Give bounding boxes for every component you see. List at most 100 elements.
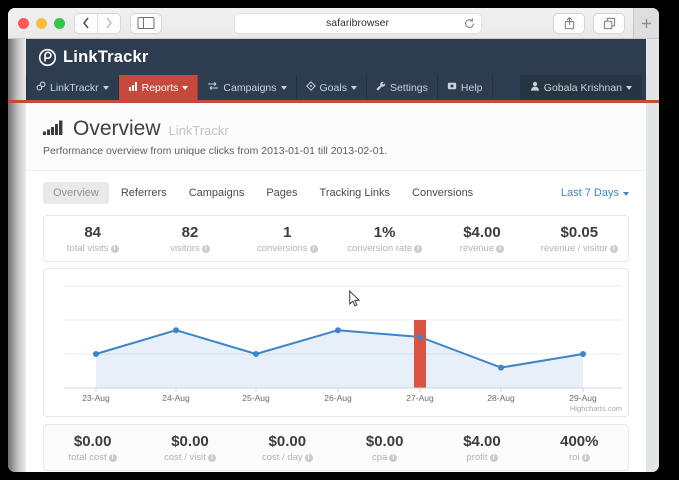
forward-button[interactable] — [97, 14, 120, 33]
tab-campaigns[interactable]: Campaigns — [179, 182, 255, 204]
stat-profit: $4.00profiti — [433, 425, 530, 470]
stat-roi: 400%roii — [531, 425, 628, 470]
tab-referrers[interactable]: Referrers — [111, 182, 177, 204]
zoom-window-button[interactable] — [54, 18, 65, 29]
toolbar-right-buttons — [553, 13, 625, 34]
logo-text: LinkTrackr — [63, 48, 148, 67]
nav-item-settings[interactable]: Settings — [367, 75, 438, 100]
traffic-lights — [18, 18, 65, 29]
plus-icon — [641, 18, 652, 29]
reload-icon — [463, 17, 476, 30]
tab-pages[interactable]: Pages — [256, 182, 307, 204]
linktrackr-logo-icon — [38, 48, 57, 67]
nav-item-label: Goals — [320, 82, 347, 94]
info-icon[interactable]: i — [208, 454, 216, 462]
svg-text:24-Aug: 24-Aug — [162, 393, 190, 403]
sidebar-button[interactable] — [130, 13, 162, 34]
show-tabs-button[interactable] — [593, 13, 625, 34]
back-chevron-icon — [82, 17, 90, 29]
svg-text:29-Aug: 29-Aug — [569, 393, 597, 403]
stat-value: $4.00 — [433, 224, 530, 241]
linktrackr-app: LinkTrackr LinkTrackr Reports Campaigns Goa… — [26, 39, 646, 472]
share-icon — [562, 16, 577, 31]
stat-value: $4.00 — [433, 433, 530, 450]
stat-label: revenuei — [433, 243, 530, 254]
svg-text:28-Aug: 28-Aug — [487, 393, 515, 403]
page-left-gutter — [8, 39, 26, 472]
nav-item-linktrackr[interactable]: LinkTrackr — [26, 75, 119, 100]
nav-item-label: Reports — [142, 82, 179, 94]
user-icon — [530, 81, 540, 94]
stat-cost-visit: $0.00cost / visiti — [141, 425, 238, 470]
chevron-down-icon — [103, 86, 109, 90]
nav-item-label: Campaigns — [223, 82, 276, 94]
nav-item-goals[interactable]: Goals — [297, 75, 367, 100]
stat-conversions: 1 conversionsi — [239, 216, 336, 261]
app-header: LinkTrackr — [26, 39, 646, 75]
page-heading: Overview LinkTrackr Performance overview… — [26, 100, 646, 171]
tabs-list: OverviewReferrersCampaignsPagesTracking … — [43, 182, 483, 204]
info-icon[interactable]: i — [389, 454, 397, 462]
chevron-down-icon — [626, 86, 632, 90]
stat-value: 1 — [239, 224, 336, 241]
nav-item-campaigns[interactable]: Campaigns — [198, 75, 296, 100]
info-icon[interactable]: i — [109, 454, 117, 462]
stat-value: 84 — [44, 224, 141, 241]
history-nav-group — [74, 13, 121, 34]
link-icon — [36, 81, 46, 94]
address-bar[interactable]: safaribrowser — [234, 13, 482, 34]
nav-item-help[interactable]: Help — [438, 75, 493, 100]
bar-chart-icon — [43, 119, 65, 135]
help-icon — [447, 81, 457, 94]
share-button[interactable] — [553, 13, 585, 34]
date-range-dropdown[interactable]: Last 7 Days — [561, 187, 629, 199]
visits-chart-panel: 23-Aug 24-Aug 25-Aug 26-Aug 27-Aug 28-Aug 29-A… — [43, 268, 629, 417]
stat-revenue-visitor: $0.05revenue / visitori — [531, 216, 628, 261]
stats-row-bottom: $0.00total costi$0.00cost / visiti$0.00c… — [43, 424, 629, 471]
close-window-button[interactable] — [18, 18, 29, 29]
goals-diamond-icon — [306, 81, 316, 94]
info-icon[interactable]: i — [414, 245, 422, 253]
stat-value: $0.00 — [239, 433, 336, 450]
nav-accent-stripe — [8, 100, 659, 103]
safari-window: safaribrowser Lin — [8, 8, 659, 472]
info-icon[interactable]: i — [310, 245, 318, 253]
page-title-suffix: LinkTrackr — [169, 123, 229, 138]
stat-value: $0.00 — [44, 433, 141, 450]
campaigns-shuffle-icon — [207, 81, 219, 94]
tab-overview[interactable]: Overview — [43, 182, 109, 204]
sidebar-icon — [137, 16, 155, 30]
address-text: safaribrowser — [326, 17, 389, 29]
stat-label: conversionsi — [239, 243, 336, 254]
back-button[interactable] — [75, 14, 97, 33]
info-icon[interactable]: i — [490, 454, 498, 462]
info-icon[interactable]: i — [111, 245, 119, 253]
user-menu[interactable]: Gobala Krishnan — [520, 75, 642, 100]
minimize-window-button[interactable] — [36, 18, 47, 29]
nav-item-reports[interactable]: Reports — [119, 75, 199, 100]
svg-text:27-Aug: 27-Aug — [406, 393, 434, 403]
chevron-down-icon — [281, 86, 287, 90]
stat-value: 1% — [336, 224, 433, 241]
date-range-label: Last 7 Days — [561, 187, 619, 199]
stat-conversion-rate: 1%conversion ratei — [336, 216, 433, 261]
info-icon[interactable]: i — [496, 245, 504, 253]
svg-text:23-Aug: 23-Aug — [82, 393, 110, 403]
tab-conversions[interactable]: Conversions — [402, 182, 483, 204]
stat-label: total visitsi — [44, 243, 141, 254]
new-tab-button[interactable] — [633, 8, 659, 38]
svg-text:26-Aug: 26-Aug — [324, 393, 352, 403]
info-icon[interactable]: i — [610, 245, 618, 253]
info-icon[interactable]: i — [202, 245, 210, 253]
info-icon[interactable]: i — [305, 454, 313, 462]
page-title: Overview — [73, 117, 161, 141]
nav-item-label: LinkTrackr — [50, 82, 99, 94]
reload-button[interactable] — [463, 17, 476, 33]
main-nav: LinkTrackr Reports Campaigns Goals SettingsH… — [26, 75, 646, 100]
tab-tracking-links[interactable]: Tracking Links — [310, 182, 401, 204]
settings-wrench-icon — [376, 81, 386, 94]
stat-label: visitorsi — [141, 243, 238, 254]
stat-value: $0.05 — [531, 224, 628, 241]
svg-text:25-Aug: 25-Aug — [242, 393, 270, 403]
info-icon[interactable]: i — [582, 454, 590, 462]
